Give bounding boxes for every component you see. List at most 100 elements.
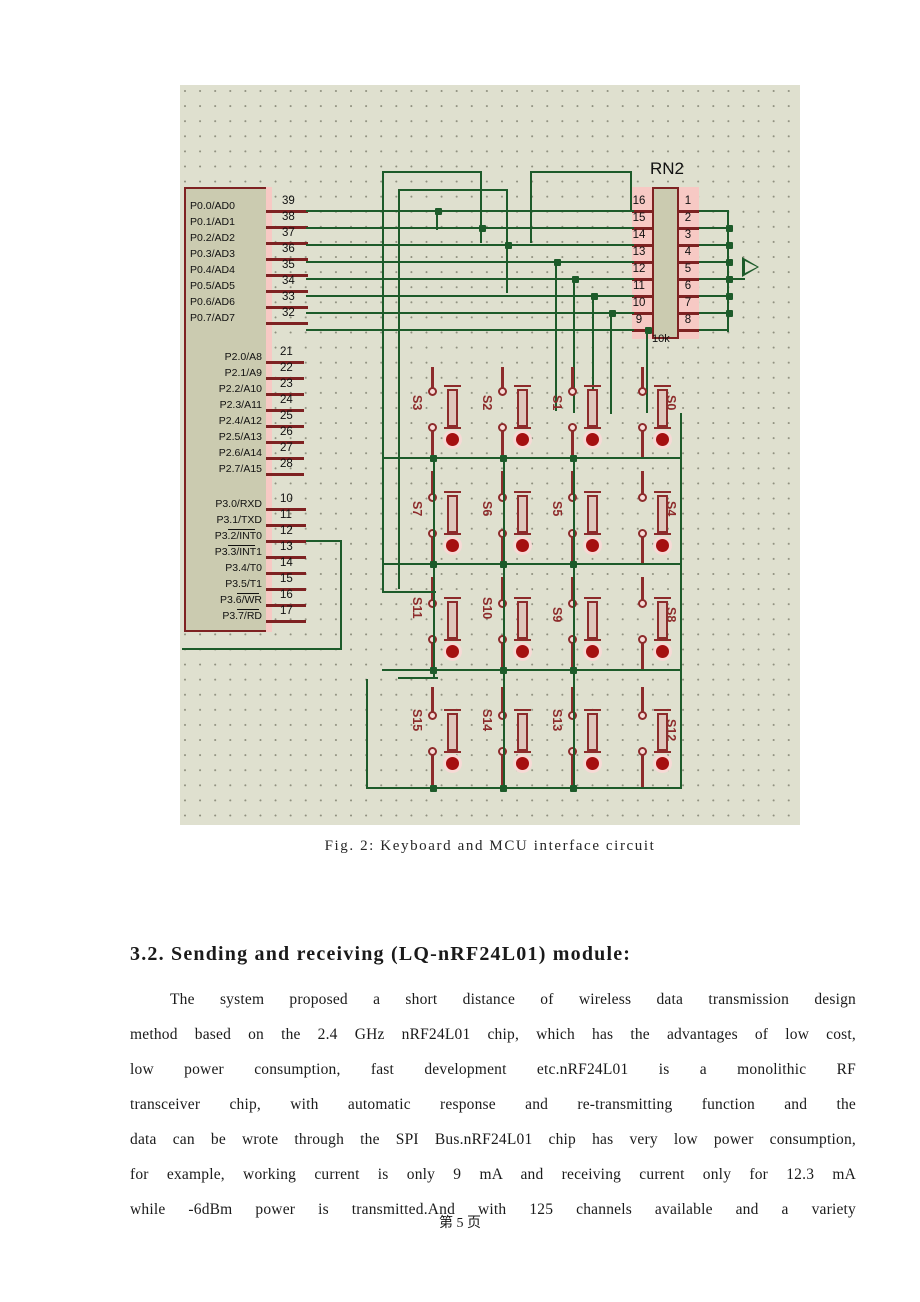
mcu-pin-lead-p07 <box>266 322 308 325</box>
switch-led <box>516 433 529 446</box>
bus-p00 <box>306 210 634 212</box>
switch-s1[interactable]: S1 <box>550 367 620 457</box>
junction-dot <box>726 225 733 232</box>
switch-body <box>517 389 528 427</box>
rn2-pin-number-6: 6 <box>684 280 692 292</box>
mcu-pin-label-p04: P0.4/AD4 <box>190 264 235 276</box>
junction-dot <box>505 242 512 249</box>
row-bus-1 <box>382 457 682 459</box>
rn2-pin-number-3: 3 <box>684 229 692 241</box>
route-top-b <box>398 189 508 191</box>
switch-s15[interactable]: S15 <box>410 687 480 787</box>
switch-s13[interactable]: S13 <box>550 687 620 787</box>
rn2-pin-number-13: 13 <box>632 246 646 258</box>
mcu-pin-label-p32: P3.2/INT0 <box>214 530 262 542</box>
mcu-pin-label-p03: P0.3/AD3 <box>190 248 235 260</box>
junction-dot <box>726 310 733 317</box>
switch-label-s7: S7 <box>410 501 424 517</box>
mcu-pin-number-22: 22 <box>280 362 293 374</box>
switch-stem-bottom <box>641 537 644 563</box>
switch-terminal-top <box>497 387 507 396</box>
switch-stem-bottom <box>641 755 644 787</box>
switch-actuator-top <box>444 491 461 493</box>
switch-actuator-bottom <box>654 751 671 753</box>
mcu-pin-label-p01: P0.1/AD1 <box>190 216 235 228</box>
switch-actuator-top <box>654 491 671 493</box>
mcu-pin-number-17: 17 <box>280 605 293 617</box>
switch-label-s8: S8 <box>664 607 678 623</box>
switch-stem-bottom <box>641 643 644 669</box>
mcu-pin-label-p02: P0.2/AD2 <box>190 232 235 244</box>
switch-s3[interactable]: S3 <box>410 367 480 457</box>
mcu-pin-label-p07: P0.7/AD7 <box>190 312 235 324</box>
overbar-int0 <box>228 529 255 530</box>
switch-terminal-top <box>427 711 437 720</box>
rn2-pin-number-8: 8 <box>684 314 692 326</box>
mcu-pin-number-21: 21 <box>280 346 293 358</box>
switch-label-s1: S1 <box>550 395 564 411</box>
mcu-pin-label-p20: P2.0/A8 <box>224 351 262 363</box>
page-footer: 第 5 页 <box>439 1216 481 1231</box>
mcu-pin-number-38: 38 <box>282 211 295 223</box>
row-bus-2 <box>382 563 682 565</box>
switch-actuator-bottom <box>514 751 531 753</box>
switch-s7[interactable]: S7 <box>410 471 480 563</box>
bus-p05 <box>306 295 634 297</box>
switch-stem-bottom <box>641 431 644 457</box>
overbar-rd <box>237 609 259 610</box>
switch-body <box>587 495 598 533</box>
rn2-pin-number-14: 14 <box>632 229 646 241</box>
row-bus-3 <box>382 669 682 671</box>
row-bus-4 <box>366 787 682 789</box>
route-col-h <box>555 261 557 411</box>
body-paragraph: The system proposed a short distance of … <box>130 982 856 1227</box>
mcu-pin-number-33: 33 <box>282 291 295 303</box>
switch-stem-bottom <box>431 431 434 457</box>
switch-body <box>517 495 528 533</box>
paragraph-line-4: transceiver chip, with automatic respons… <box>130 1096 856 1113</box>
route-col-d <box>506 189 508 293</box>
section-heading: 3.2. Sending and receiving (LQ-nRF24L01)… <box>130 942 632 965</box>
junction-dot <box>726 242 733 249</box>
switch-s9[interactable]: S9 <box>550 577 620 669</box>
mcu-pin-label-p06: P0.6/AD6 <box>190 296 235 308</box>
switch-s10[interactable]: S10 <box>480 577 550 669</box>
switch-actuator-top <box>654 385 671 387</box>
switch-actuator-bottom <box>584 533 601 535</box>
mcu-pin-label-p24: P2.4/A12 <box>218 415 262 427</box>
col-link-4 <box>680 413 682 789</box>
switch-body <box>587 713 598 751</box>
switch-s14[interactable]: S14 <box>480 687 550 787</box>
switch-terminal-top <box>637 711 647 720</box>
rn2-pin-number-10: 10 <box>632 297 646 309</box>
switch-s5[interactable]: S5 <box>550 471 620 563</box>
switch-actuator-top <box>654 709 671 711</box>
junction-dot <box>435 208 442 215</box>
switch-label-s5: S5 <box>550 501 564 517</box>
switch-label-s10: S10 <box>480 597 494 620</box>
switch-s11[interactable]: S11 <box>410 577 480 669</box>
switch-label-s15: S15 <box>410 709 424 732</box>
mcu-pin-number-28: 28 <box>280 458 293 470</box>
switch-s2[interactable]: S2 <box>480 367 550 457</box>
switch-led <box>656 539 669 552</box>
switch-label-s9: S9 <box>550 607 564 623</box>
paragraph-line-6: for example, working current is only 9 m… <box>130 1166 856 1183</box>
rn2-tie-2 <box>699 227 729 229</box>
switch-s6[interactable]: S6 <box>480 471 550 563</box>
switch-label-s6: S6 <box>480 501 494 517</box>
switch-actuator-top <box>444 597 461 599</box>
switch-led <box>446 539 459 552</box>
switch-actuator-bottom <box>584 751 601 753</box>
switch-actuator-top <box>514 385 531 387</box>
switch-body <box>447 389 458 427</box>
rn2-right-lead-8 <box>677 329 699 332</box>
switch-actuator-bottom <box>514 533 531 535</box>
junction-dot <box>591 293 598 300</box>
mcu-pin-label-p05: P0.5/AD5 <box>190 280 235 292</box>
mcu-pin-label-p22: P2.2/A10 <box>218 383 262 395</box>
bus-p01 <box>306 227 634 229</box>
switch-label-s12: S12 <box>664 719 678 742</box>
switch-body <box>447 495 458 533</box>
mcu-pin-label-p31: P3.1/TXD <box>216 514 262 526</box>
